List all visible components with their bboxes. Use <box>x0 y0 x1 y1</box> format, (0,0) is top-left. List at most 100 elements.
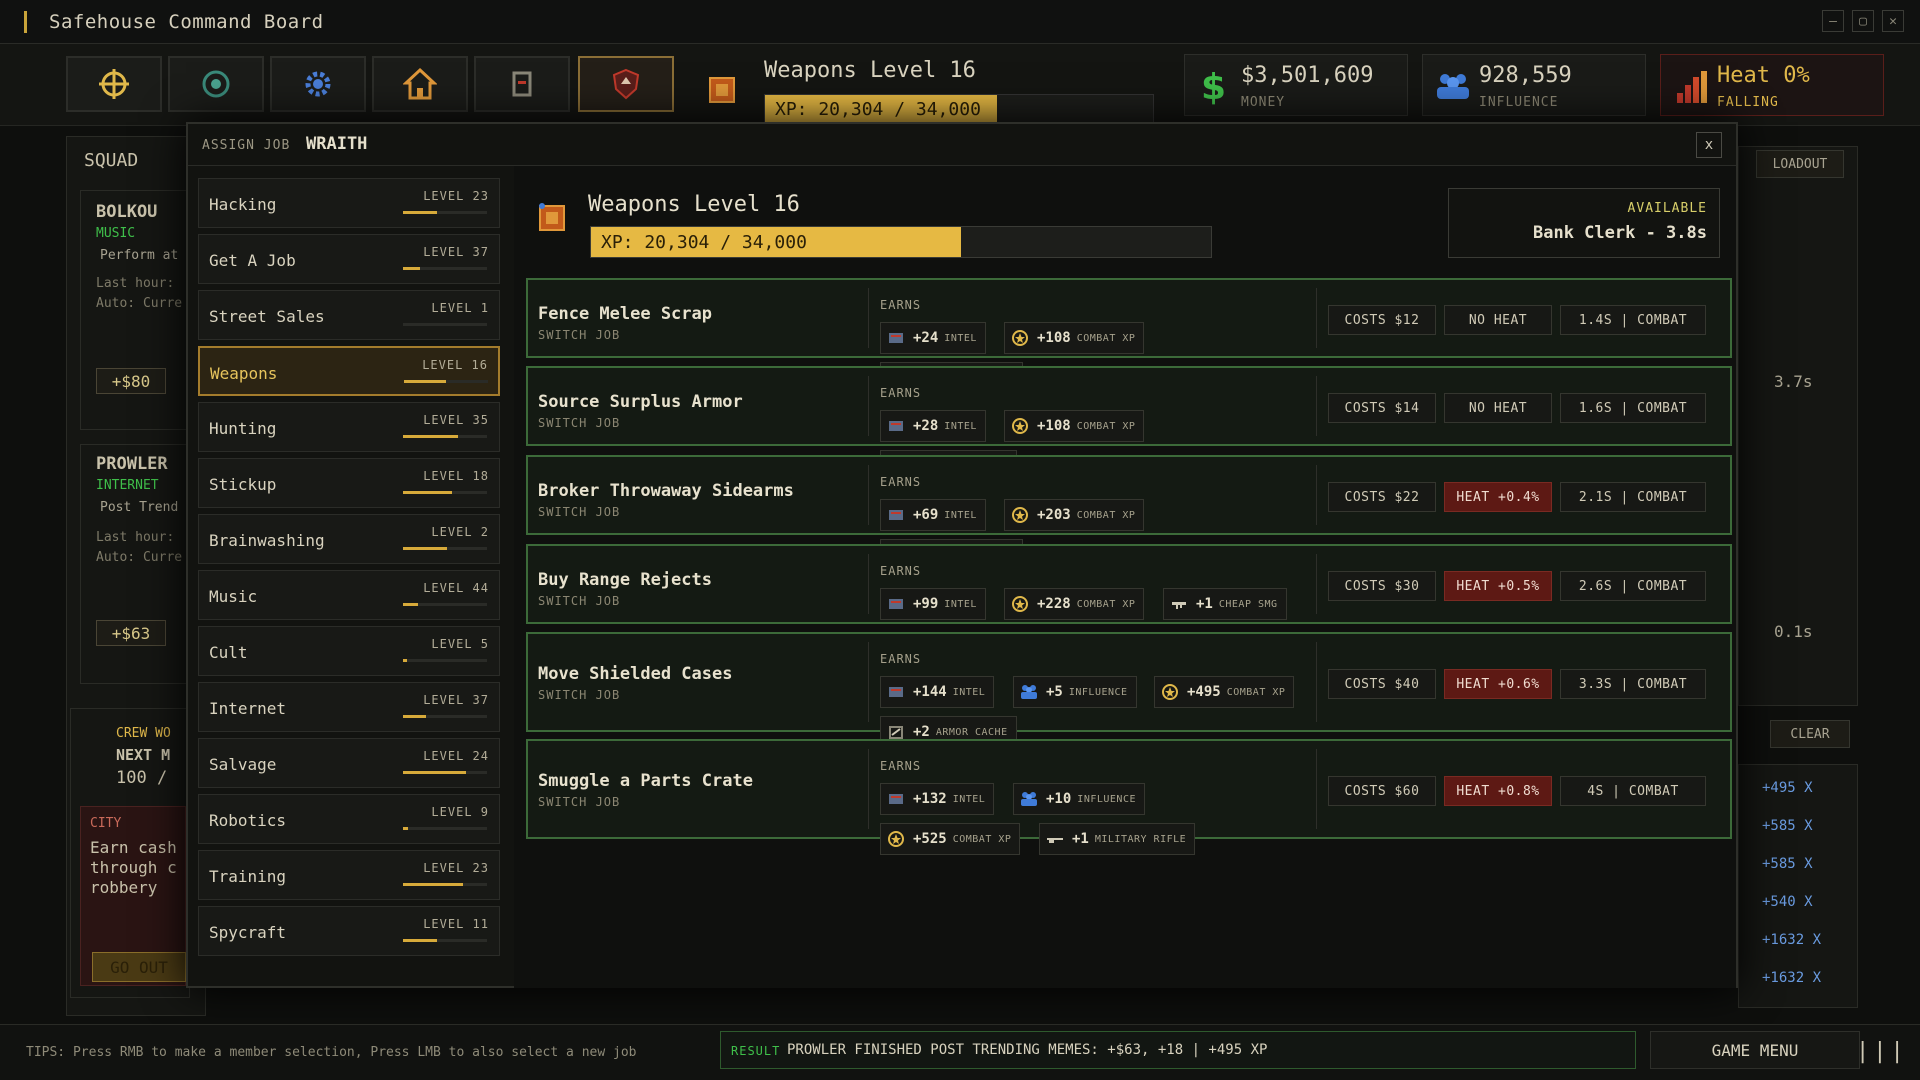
reward-value: +108 <box>1037 330 1071 346</box>
job-card[interactable]: Fence Melee Scrap SWITCH JOB EARNS +24 INTEL… <box>526 278 1732 394</box>
job-item-salvage[interactable]: Salvage LEVEL 24 <box>198 738 500 788</box>
job-item-stickup[interactable]: Stickup LEVEL 18 <box>198 458 500 508</box>
job-item-cult[interactable]: Cult LEVEL 5 <box>198 626 500 676</box>
job-item-spycraft[interactable]: Spycraft LEVEL 11 <box>198 906 500 956</box>
reward-value: +28 <box>913 418 939 434</box>
job-progress-bar <box>403 715 487 718</box>
job-item-training[interactable]: Training LEVEL 23 <box>198 850 500 900</box>
job-item-hunting[interactable]: Hunting LEVEL 35 <box>198 402 500 452</box>
cost-pill: COSTS $40 <box>1328 669 1436 699</box>
money-stat: $ $3,501,609 MONEY <box>1184 54 1408 116</box>
switch-job-link[interactable]: SWITCH JOB <box>538 328 620 342</box>
nav-phone-button[interactable] <box>474 56 570 112</box>
available-label: AVAILABLE <box>1627 201 1707 216</box>
reward-chip: +1 CHEAP SMG <box>1163 588 1287 620</box>
member-auto: Auto: Curre <box>96 550 183 565</box>
go-out-button[interactable]: GO OUT <box>92 952 186 982</box>
xp-log-entry: +1632 X <box>1762 932 1822 948</box>
nav-crew-button[interactable] <box>578 56 674 112</box>
job-progress-bar <box>403 827 487 830</box>
job-item-get-a-job[interactable]: Get A Job LEVEL 37 <box>198 234 500 284</box>
combat-xp-icon <box>887 830 905 848</box>
loadout-button[interactable]: LOADOUT <box>1756 150 1844 178</box>
money-value: $3,501,609 <box>1241 63 1374 88</box>
reward-value: +495 <box>1187 684 1221 700</box>
job-item-robotics[interactable]: Robotics LEVEL 9 <box>198 794 500 844</box>
job-name: Brainwashing <box>209 531 325 550</box>
city-text-2: through c <box>90 858 177 877</box>
clear-button[interactable]: CLEAR <box>1770 720 1850 748</box>
influence-icon <box>1020 683 1038 701</box>
titlebar-grip <box>24 10 27 33</box>
job-progress-fill <box>403 491 452 494</box>
job-progress-fill <box>403 827 409 830</box>
switch-job-link[interactable]: SWITCH JOB <box>538 505 620 519</box>
game-menu-button[interactable]: GAME MENU <box>1650 1031 1860 1069</box>
radar-icon <box>202 70 230 98</box>
job-item-weapons[interactable]: Weapons LEVEL 16 <box>198 346 500 396</box>
close-window-button[interactable]: ✕ <box>1882 10 1904 32</box>
job-card[interactable]: Move Shielded Cases SWITCH JOB EARNS +144 IN… <box>526 632 1732 748</box>
nav-radar-button[interactable] <box>168 56 264 112</box>
reward-chip: +5 INFLUENCE <box>1013 676 1137 708</box>
switch-job-link[interactable]: SWITCH JOB <box>538 594 620 608</box>
reward-label: INTEL <box>944 598 977 610</box>
divider <box>868 554 869 614</box>
heat-pill: HEAT +0.6% <box>1444 669 1552 699</box>
switch-job-link[interactable]: SWITCH JOB <box>538 795 620 809</box>
switch-job-link[interactable]: SWITCH JOB <box>538 416 620 430</box>
job-item-music[interactable]: Music LEVEL 44 <box>198 570 500 620</box>
member-name: PROWLER <box>96 454 168 474</box>
nav-settings-button[interactable] <box>270 56 366 112</box>
combat-xp-icon <box>1161 683 1179 701</box>
job-name: Spycraft <box>209 923 287 942</box>
job-card[interactable]: Buy Range Rejects SWITCH JOB EARNS +99 INTEL… <box>526 544 1732 624</box>
job-item-street-sales[interactable]: Street Sales LEVEL 1 <box>198 290 500 340</box>
job-name: Street Sales <box>209 307 325 326</box>
reward-chip: +525 COMBAT XP <box>880 823 1021 855</box>
menu-bars-icon[interactable]: ||| <box>1856 1039 1908 1064</box>
member-auto: Auto: Curre <box>96 296 183 311</box>
job-card[interactable]: Broker Throwaway Sidearms SWITCH JOB EARNS… <box>526 455 1732 571</box>
job-progress-bar <box>403 491 487 494</box>
job-item-hacking[interactable]: Hacking LEVEL 23 <box>198 178 500 228</box>
reward-label: INTEL <box>944 509 977 521</box>
job-level: LEVEL 24 <box>423 749 489 763</box>
job-name: Training <box>209 867 287 886</box>
reward-chip: +1 MILITARY RIFLE <box>1039 823 1196 855</box>
job-level: LEVEL 37 <box>423 245 489 259</box>
reward-value: +132 <box>913 791 947 807</box>
job-item-internet[interactable]: Internet LEVEL 37 <box>198 682 500 732</box>
influence-label: INFLUENCE <box>1479 95 1559 110</box>
divider <box>1316 749 1317 829</box>
job-progress-fill <box>403 435 458 438</box>
job-progress-bar <box>403 547 487 550</box>
city-text-3: robbery <box>90 878 158 897</box>
maximize-button[interactable]: ▢ <box>1852 10 1874 32</box>
reward-value: +1 <box>1072 831 1089 847</box>
member-lasthour: Last hour: <box>96 530 175 545</box>
crew-title: CREW WO <box>116 726 171 741</box>
window-title: Safehouse Command Board <box>49 10 324 33</box>
nav-safehouse-button[interactable] <box>372 56 468 112</box>
nav-target-button[interactable] <box>66 56 162 112</box>
minimize-button[interactable]: – <box>1822 10 1844 32</box>
reward-value: +228 <box>1037 596 1071 612</box>
close-modal-button[interactable]: x <box>1696 132 1722 158</box>
heat-label: FALLING <box>1717 95 1779 110</box>
divider <box>868 288 869 348</box>
hud-xp-bar: XP: 20,304 / 34,000 <box>764 94 1154 124</box>
job-level: LEVEL 16 <box>422 358 488 372</box>
switch-job-link[interactable]: SWITCH JOB <box>538 688 620 702</box>
reward-label: CHEAP SMG <box>1218 598 1278 610</box>
job-card-name: Buy Range Rejects <box>538 570 712 590</box>
job-card[interactable]: Smuggle a Parts Crate SWITCH JOB EARNS +132… <box>526 739 1732 855</box>
job-item-brainwashing[interactable]: Brainwashing LEVEL 2 <box>198 514 500 564</box>
reward-chip: +108 COMBAT XP <box>1004 410 1145 442</box>
heat-stat: Heat 0% FALLING <box>1660 54 1884 116</box>
reward-chip: +69 INTEL <box>880 499 986 531</box>
job-card-name: Source Surplus Armor <box>538 392 743 412</box>
job-card[interactable]: Source Surplus Armor SWITCH JOB EARNS +28 IN… <box>526 366 1732 482</box>
reward-chip: +132 INTEL <box>880 783 995 815</box>
window-titlebar: Safehouse Command Board – ▢ ✕ <box>0 0 1920 44</box>
